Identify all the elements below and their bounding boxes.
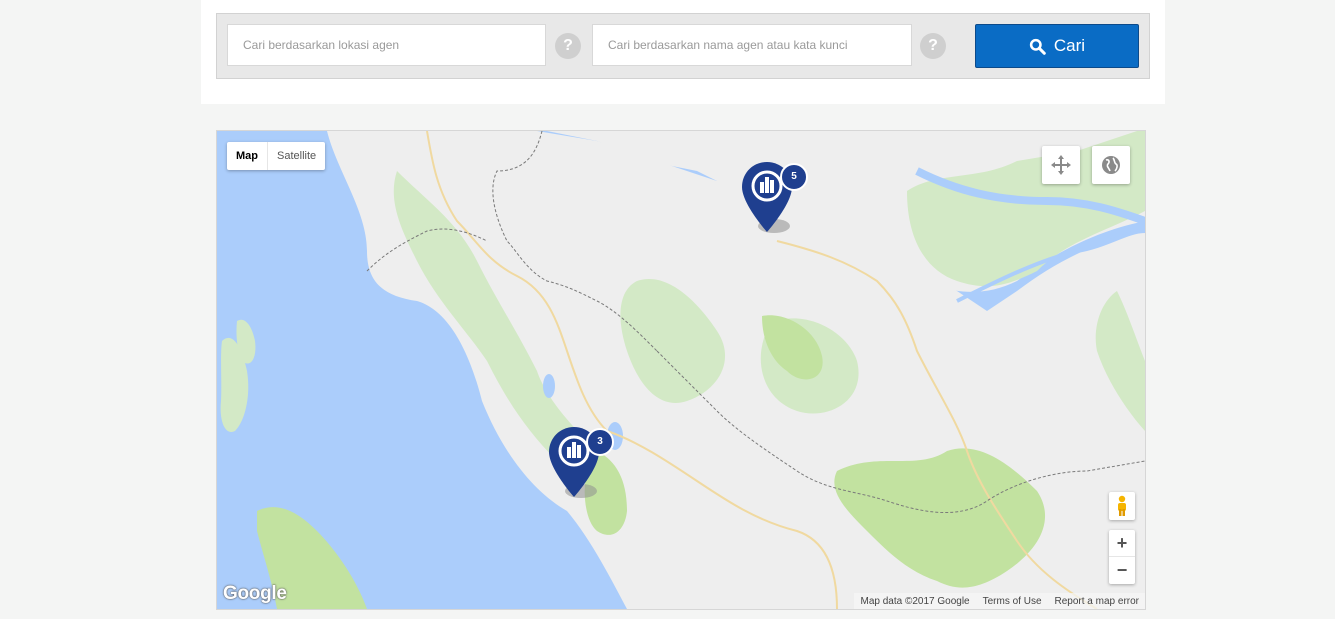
search-button-label: Cari — [1053, 36, 1086, 55]
marker-count-badge: 5 — [780, 163, 808, 191]
map-type-toggle: Map Satellite — [227, 142, 326, 170]
location-search-input[interactable] — [227, 24, 546, 66]
search-panel: ? ? Cari — [201, 0, 1165, 104]
terms-of-use-link[interactable]: Terms of Use — [983, 596, 1042, 607]
map-type-map[interactable]: Map — [227, 142, 268, 170]
zoom-control: + − — [1109, 530, 1135, 584]
keyword-search-input[interactable] — [592, 24, 912, 66]
map-data-credit: Map data ©2017 Google — [860, 595, 970, 607]
pegman-icon — [1118, 495, 1126, 516]
google-logo: Google — [223, 583, 287, 604]
map-type-satellite[interactable]: Satellite — [268, 142, 325, 170]
search-button[interactable]: Cari — [975, 24, 1139, 68]
zoom-in-button[interactable]: + — [1109, 530, 1135, 557]
map-canvas[interactable] — [217, 131, 1145, 609]
globe-icon — [1102, 156, 1120, 174]
street-view-pegman[interactable] — [1109, 492, 1135, 520]
search-bar: ? ? Cari — [216, 13, 1150, 79]
search-icon — [1029, 38, 1046, 55]
map-attribution: Map data ©2017 Google Terms of Use Repor… — [854, 593, 1145, 609]
agent-map[interactable]: Map Satellite + − 5 3 Google Map data ©2… — [216, 130, 1146, 610]
globe-control[interactable] — [1092, 146, 1130, 184]
pan-control[interactable] — [1042, 146, 1080, 184]
location-help-icon[interactable]: ? — [555, 33, 581, 59]
report-map-error-link[interactable]: Report a map error — [1055, 596, 1139, 607]
marker-count-badge: 3 — [586, 428, 614, 456]
zoom-out-button[interactable]: − — [1109, 557, 1135, 584]
keyword-help-icon[interactable]: ? — [920, 33, 946, 59]
move-icon — [1051, 155, 1071, 175]
